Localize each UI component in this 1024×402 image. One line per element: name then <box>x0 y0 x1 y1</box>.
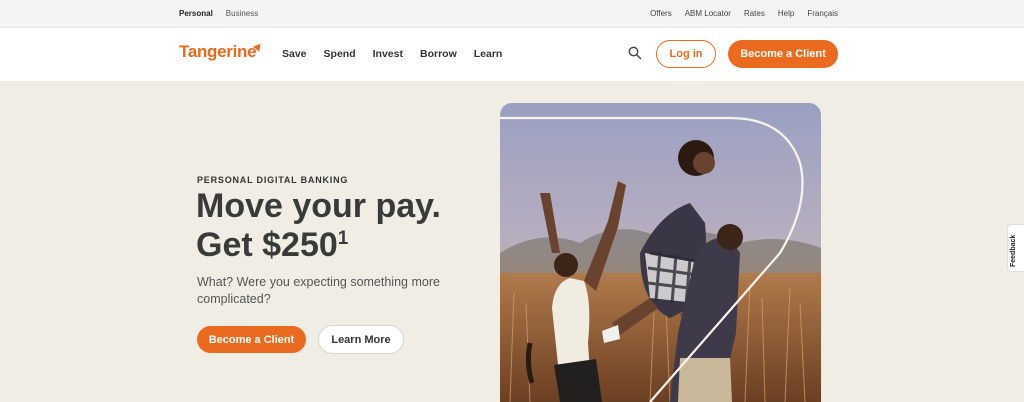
feedback-tab[interactable]: Feedback <box>1007 224 1024 272</box>
nav-item-invest[interactable]: Invest <box>373 48 403 60</box>
utility-bar: Personal Business Offers ABM Locator Rat… <box>0 0 1024 28</box>
nav-item-borrow[interactable]: Borrow <box>420 48 457 60</box>
nav-item-spend[interactable]: Spend <box>324 48 356 60</box>
headline-line-1: Move your pay. <box>196 187 441 225</box>
footnote-marker[interactable]: 1 <box>338 228 349 249</box>
main-navbar: Tangerine Save Spend Invest Borrow Learn… <box>0 28 1024 81</box>
login-button[interactable]: Log in <box>656 40 716 68</box>
segment-business-link[interactable]: Business <box>226 9 258 18</box>
utility-links: Offers ABM Locator Rates Help Français <box>650 9 838 18</box>
help-link[interactable]: Help <box>778 9 794 18</box>
search-icon[interactable] <box>628 46 642 60</box>
segment-switcher: Personal Business <box>179 9 258 18</box>
rates-link[interactable]: Rates <box>744 9 765 18</box>
hero-subtext: What? Were you expecting something more … <box>197 275 440 306</box>
hero-section: PERSONAL DIGITAL BANKING Move your pay. … <box>0 81 1024 402</box>
hero-photo <box>500 103 821 402</box>
hero-eyebrow: PERSONAL DIGITAL BANKING <box>197 175 349 185</box>
abm-locator-link[interactable]: ABM Locator <box>685 9 731 18</box>
logo-leaf-icon <box>253 43 263 54</box>
feedback-label: Feedback <box>1010 234 1017 267</box>
offers-link[interactable]: Offers <box>650 9 672 18</box>
primary-nav: Save Spend Invest Borrow Learn <box>282 48 502 60</box>
nav-item-save[interactable]: Save <box>282 48 307 60</box>
nav-item-learn[interactable]: Learn <box>474 48 503 60</box>
learn-more-button[interactable]: Learn More <box>318 325 404 354</box>
headline-line-2: Get $2501 <box>196 226 486 265</box>
tangerine-logo[interactable]: Tangerine <box>179 42 257 62</box>
segment-personal-link[interactable]: Personal <box>179 9 213 18</box>
become-client-button[interactable]: Become a Client <box>197 326 306 353</box>
language-link[interactable]: Français <box>807 9 838 18</box>
headline-offer: Get $250 <box>196 226 338 264</box>
hero-headline: Move your pay. Get $2501 <box>196 187 486 265</box>
become-client-header-button[interactable]: Become a Client <box>728 40 838 68</box>
